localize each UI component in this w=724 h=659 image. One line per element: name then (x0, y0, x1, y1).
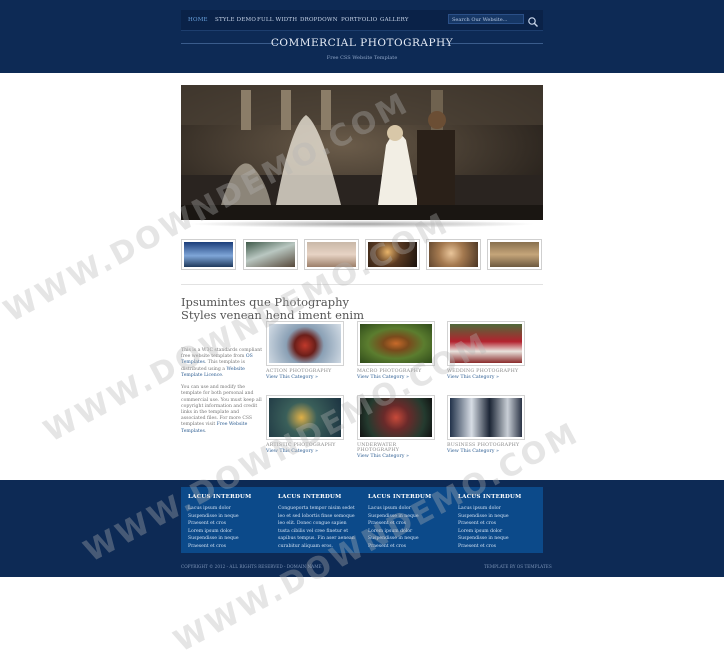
footer-link[interactable]: Praesent et cros (188, 520, 273, 528)
category-image[interactable] (266, 321, 344, 366)
nav-home[interactable]: HOME (188, 10, 208, 30)
footer-link[interactable]: Suspendisse in neque (188, 513, 273, 521)
category-card[interactable]: ARTISTIC PHOTOGRAPHY View This Category … (266, 395, 344, 454)
thumbnail[interactable] (487, 239, 542, 270)
category-image[interactable] (357, 395, 435, 440)
hero-shadow (188, 220, 536, 228)
copyright-text: COPYRIGHT © 2012 - ALL RIGHTS RESERVED -… (181, 564, 322, 569)
nav-full-width[interactable]: FULL WIDTH (257, 10, 297, 30)
footer-link[interactable]: Lacus ipsum dolor (458, 505, 543, 513)
footer-link[interactable]: Praesent et cros (368, 543, 453, 551)
thumbnail[interactable] (426, 239, 481, 270)
template-credit[interactable]: TEMPLATE BY OS TEMPLATES (484, 564, 552, 569)
footer-link[interactable]: Praesent et cros (188, 543, 273, 551)
footer-column: LACUS INTERDUM Lacus ipsum dolor Suspend… (368, 494, 453, 550)
intro-text: This is a W3C standards compliant free w… (181, 348, 263, 434)
nav-gallery[interactable]: GALLERY (380, 10, 409, 30)
footer-link[interactable]: Lorem ipsum dolor (368, 528, 453, 536)
footer-link[interactable]: Lacus ipsum dolor (368, 505, 453, 513)
category-image[interactable] (447, 321, 525, 366)
footer-link[interactable]: Suspendisse in neque (188, 535, 273, 543)
thumbnail[interactable] (365, 239, 420, 270)
thumbnail[interactable] (304, 239, 359, 270)
footer-link[interactable]: Praesent et cros (458, 543, 543, 551)
category-image[interactable] (357, 321, 435, 366)
footer-link[interactable]: Praesent et cros (368, 520, 453, 528)
footer-column: LACUS INTERDUM Congueporta tempor nisim … (278, 494, 355, 549)
category-image[interactable] (447, 395, 525, 440)
thumbnail[interactable] (243, 239, 298, 270)
nav-dropdown[interactable]: DROPDOWN (300, 10, 338, 30)
footer-link[interactable]: Suspendisse in neque (368, 535, 453, 543)
section-divider (181, 284, 543, 285)
view-category-link[interactable]: View This Category » (357, 454, 435, 459)
thumbnail[interactable] (181, 239, 236, 270)
footer-link[interactable]: Suspendisse in neque (458, 535, 543, 543)
footer-link[interactable]: Suspendisse in neque (368, 513, 453, 521)
footer-link[interactable]: Lacus ipsum dolor (188, 505, 273, 513)
view-category-link[interactable]: View This Category » (447, 375, 525, 380)
footer-link[interactable]: Praesent et cros (458, 520, 543, 528)
category-card[interactable]: BUSINESS PHOTOGRAPHY View This Category … (447, 395, 525, 454)
category-card[interactable]: WEDDING PHOTOGRAPHY View This Category » (447, 321, 525, 380)
category-card[interactable]: MACRO PHOTOGRAPHY View This Category » (357, 321, 435, 380)
search-icon[interactable] (527, 13, 539, 27)
footer-link[interactable]: Suspendisse in neque (458, 513, 543, 521)
category-card[interactable]: UNDERWATER PHOTOGRAPHY View This Categor… (357, 395, 435, 459)
category-card[interactable]: ACTION PHOTOGRAPHY View This Category » (266, 321, 344, 380)
footer-link[interactable]: Lorem ipsum dolor (188, 528, 273, 536)
hero-image (181, 85, 543, 220)
view-category-link[interactable]: View This Category » (266, 449, 344, 454)
view-category-link[interactable]: View This Category » (266, 375, 344, 380)
search-input[interactable]: Search Our Website... (448, 14, 524, 24)
footer-column: LACUS INTERDUM Lacus ipsum dolor Suspend… (458, 494, 543, 550)
view-category-link[interactable]: View This Category » (447, 449, 525, 454)
site-title[interactable]: COMMERCIAL PHOTOGRAPHY (240, 37, 484, 49)
category-image[interactable] (266, 395, 344, 440)
site-subtitle: Free CSS Website Template (326, 55, 398, 61)
section-title: Ipsumintes que Photography Styles venean… (181, 295, 364, 322)
nav-portfolio[interactable]: PORTFOLIO (341, 10, 377, 30)
footer-link[interactable]: Lorem ipsum dolor (458, 528, 543, 536)
footer-column: LACUS INTERDUM Lacus ipsum dolor Suspend… (188, 494, 273, 550)
view-category-link[interactable]: View This Category » (357, 375, 435, 380)
nav-style-demo[interactable]: STYLE DEMO (215, 10, 256, 30)
